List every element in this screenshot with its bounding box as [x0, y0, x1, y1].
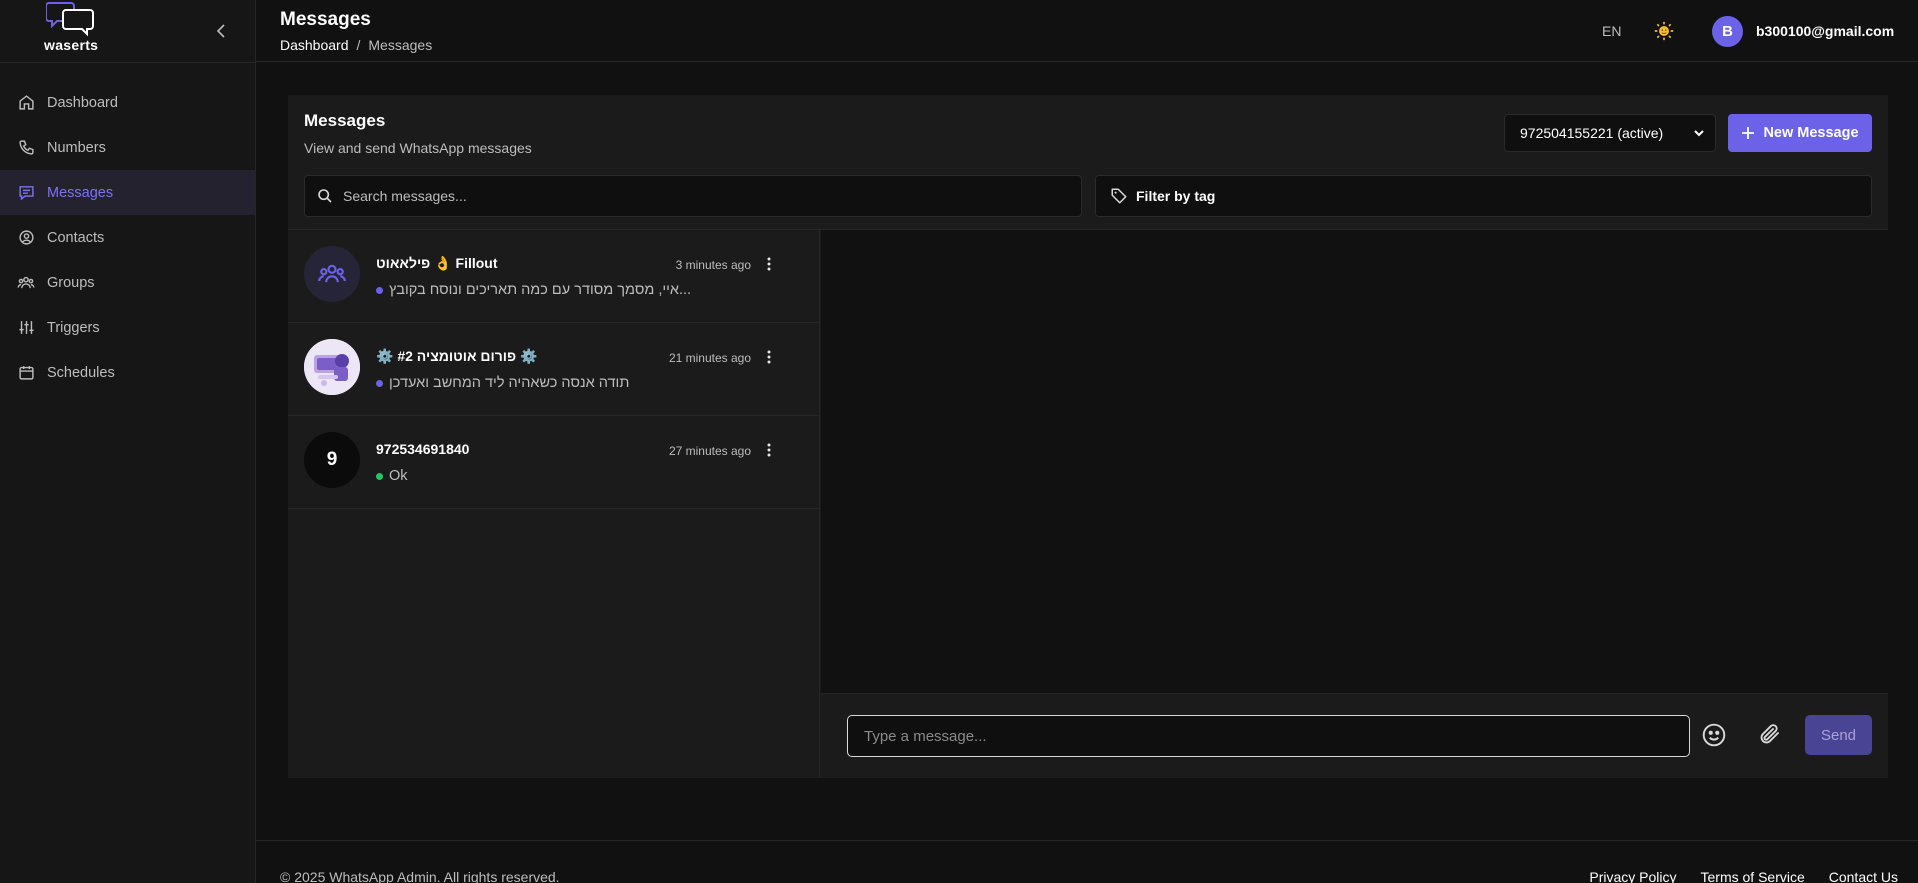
search-input[interactable] [343, 188, 1043, 204]
filter-by-tag-label: Filter by tag [1136, 188, 1216, 204]
logo-text: waserts [44, 37, 99, 53]
conversation-list: פילאאוט 👌 Fillout 3 minutes ago איי, מסמ… [288, 230, 820, 778]
conversation-time: 27 minutes ago [668, 444, 751, 458]
conversation-item[interactable]: פילאאוט 👌 Fillout 3 minutes ago איי, מסמ… [288, 230, 819, 323]
attach-button[interactable] [1758, 722, 1786, 750]
sidebar-nav: Dashboard Numbers Messages Contacts Grou… [0, 80, 255, 395]
group-icon [318, 264, 346, 283]
users-icon [17, 274, 35, 292]
conversation-item[interactable]: 9 972534691840 27 minutes ago Ok [288, 416, 819, 509]
breadcrumb: Dashboard / Messages [280, 37, 432, 53]
sidebar-item-numbers[interactable]: Numbers [0, 125, 255, 170]
new-message-button[interactable]: New Message [1728, 114, 1872, 152]
breadcrumb-link-dashboard[interactable]: Dashboard [280, 37, 349, 53]
chevron-down-icon [1694, 130, 1704, 137]
privacy-policy-link[interactable]: Privacy Policy [1589, 869, 1676, 883]
contact-us-link[interactable]: Contact Us [1829, 869, 1898, 883]
chat-area [821, 230, 1888, 693]
sliders-icon [17, 319, 35, 337]
conversation-menu-button[interactable] [763, 255, 775, 273]
conversation-name: פילאאוט 👌 Fillout [376, 255, 498, 271]
conversation-preview: תודה אנסה כשאהיה ליד המחשב ואעדכן [376, 375, 629, 391]
emoji-icon [1702, 723, 1726, 747]
paperclip-icon [1760, 724, 1779, 744]
conversation-preview-text: Ok [389, 468, 408, 484]
footer-links: Privacy Policy Terms of Service Contact … [1589, 869, 1898, 883]
user-email[interactable]: b300100@gmail.com [1756, 23, 1894, 39]
theme-toggle-button[interactable] [1654, 21, 1674, 41]
contact-circle-icon [17, 229, 35, 247]
send-button[interactable]: Send [1805, 715, 1872, 755]
group-photo-icon [304, 339, 360, 395]
sidebar-item-label: Groups [47, 274, 95, 291]
message-composer: Send [821, 693, 1888, 778]
messages-card: Messages View and send WhatsApp messages… [288, 95, 1888, 778]
conversation-avatar [304, 246, 360, 302]
more-vertical-icon [767, 443, 771, 457]
sidebar-item-messages[interactable]: Messages [0, 170, 255, 215]
message-input[interactable] [847, 715, 1690, 757]
sidebar-item-label: Messages [47, 184, 114, 201]
number-select[interactable]: 972504155221 (active) [1504, 114, 1716, 152]
plus-icon [1742, 127, 1755, 139]
chat-bubbles-logo-icon [46, 2, 94, 37]
conversation-menu-button[interactable] [763, 348, 775, 366]
sidebar-item-dashboard[interactable]: Dashboard [0, 80, 255, 125]
page-title: Messages [280, 9, 371, 30]
conversation-preview: איי, מסמך מסודר עם כמה תאריכים ונוסח בקו… [376, 282, 691, 298]
breadcrumb-separator: / [356, 37, 361, 53]
sidebar-item-label: Numbers [47, 139, 106, 156]
sidebar-item-triggers[interactable]: Triggers [0, 305, 255, 350]
filter-by-tag-button[interactable]: Filter by tag [1095, 175, 1872, 217]
conversation-item[interactable]: ⚙️ פורום אוטומציה #2 ⚙️ 21 minutes ago ת… [288, 323, 819, 416]
sidebar-item-label: Dashboard [47, 94, 118, 111]
sidebar-item-schedules[interactable]: Schedules [0, 350, 255, 395]
card-title: Messages [304, 111, 386, 130]
sidebar-item-label: Schedules [47, 364, 115, 381]
number-select-value: 972504155221 (active) [1520, 125, 1664, 141]
search-box [304, 175, 1082, 217]
terms-of-service-link[interactable]: Terms of Service [1701, 869, 1805, 883]
conversation-time: 3 minutes ago [675, 258, 751, 272]
conversation-preview-text: תודה אנסה כשאהיה ליד המחשב ואעדכן [389, 375, 630, 391]
breadcrumb-current: Messages [368, 37, 433, 53]
emoji-button[interactable] [1701, 722, 1729, 750]
sidebar-divider [0, 62, 256, 63]
user-avatar[interactable]: B [1712, 16, 1743, 47]
message-icon [17, 184, 35, 202]
footer: © 2025 WhatsApp Admin. All rights reserv… [256, 840, 1918, 883]
status-dot [376, 379, 383, 387]
conversation-preview: Ok [376, 468, 408, 484]
tag-icon [1111, 188, 1127, 204]
sidebar: waserts Dashboard Numbers Messages Conta… [0, 0, 256, 883]
sidebar-item-label: Contacts [47, 229, 105, 246]
conversation-name: 972534691840 [376, 441, 470, 457]
conversation-time: 21 minutes ago [668, 351, 751, 365]
language-switcher[interactable]: EN [1602, 23, 1621, 39]
conversation-name: ⚙️ פורום אוטומציה #2 ⚙️ [376, 348, 538, 364]
top-header: Messages Dashboard / Messages EN B b3001… [256, 0, 1918, 62]
more-vertical-icon [767, 257, 771, 271]
conversation-avatar [304, 339, 360, 395]
status-dot [376, 286, 383, 294]
calendar-icon [17, 364, 35, 382]
logo[interactable]: waserts [44, 0, 114, 56]
status-dot [376, 472, 383, 480]
sidebar-item-label: Triggers [47, 319, 100, 336]
more-vertical-icon [767, 350, 771, 364]
card-subtitle: View and send WhatsApp messages [304, 140, 532, 156]
sun-icon [1654, 21, 1674, 41]
sidebar-item-groups[interactable]: Groups [0, 260, 255, 305]
collapse-sidebar-button[interactable] [211, 19, 231, 43]
conversation-preview-text: איי, מסמך מסודר עם כמה תאריכים ונוסח בקו… [389, 282, 692, 298]
conversation-avatar: 9 [304, 432, 360, 488]
home-icon [17, 94, 35, 112]
copyright-text: © 2025 WhatsApp Admin. All rights reserv… [280, 869, 560, 883]
conversation-menu-button[interactable] [763, 441, 775, 459]
search-icon [318, 189, 332, 203]
new-message-label: New Message [1763, 125, 1859, 141]
phone-icon [17, 139, 35, 157]
chevron-left-icon [216, 24, 225, 38]
sidebar-item-contacts[interactable]: Contacts [0, 215, 255, 260]
